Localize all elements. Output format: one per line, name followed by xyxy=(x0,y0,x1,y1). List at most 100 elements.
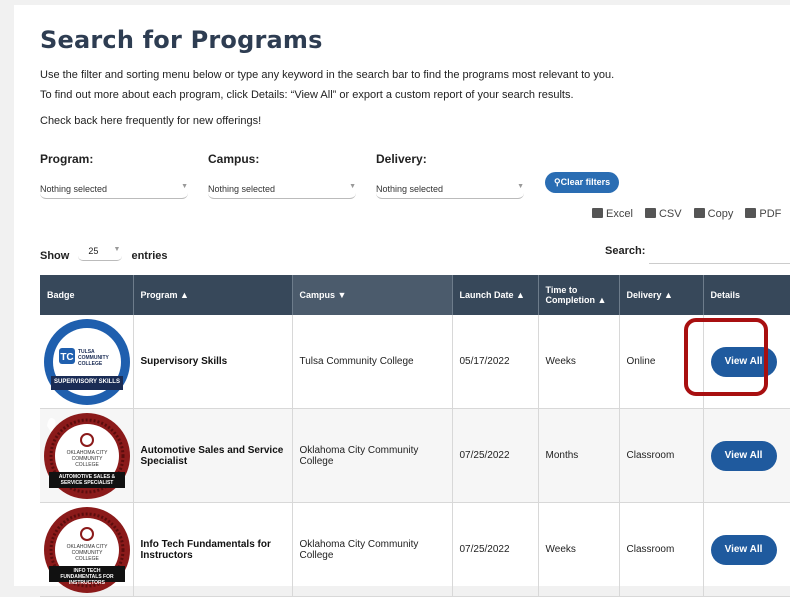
delivery-cell: Classroom xyxy=(619,408,704,503)
export-copy-button[interactable]: Copy xyxy=(693,208,734,220)
chevron-down-icon: ▼ xyxy=(349,183,356,190)
campus-filter-label: Campus: xyxy=(208,152,260,166)
table-row: TC TULSA COMMUNITY COLLEGE SUPERVISORY S… xyxy=(40,315,790,409)
badge-title-text: SUPERVISORY SKILLS xyxy=(54,378,120,385)
header-delivery[interactable]: Delivery ▲ xyxy=(619,275,704,315)
filter-icon: ⚲ xyxy=(554,177,561,187)
view-all-button[interactable]: View All xyxy=(710,534,777,565)
copy-icon xyxy=(693,208,705,218)
header-label: Badge xyxy=(47,290,75,300)
pdf-label: PDF xyxy=(759,208,782,220)
delivery-select-value: Nothing selected xyxy=(376,184,444,194)
sort-asc-icon: ▲ xyxy=(516,290,525,300)
sort-asc-icon: ▲ xyxy=(597,295,607,305)
details-cell: View All xyxy=(703,502,790,597)
badge-title-text: AUTOMOTIVE SALES & SERVICE SPECIALIST xyxy=(58,473,116,486)
header-label: Launch Date xyxy=(459,290,514,300)
clear-filters-label: Clear filters xyxy=(560,177,611,187)
header-label: Details xyxy=(710,290,741,300)
export-pdf-button[interactable]: PDF xyxy=(745,208,781,220)
campus-select[interactable]: Nothing selected ▼ xyxy=(208,180,356,199)
occc-badge-image: OKLAHOMA CITY COMMUNITY COLLEGE INFO TEC… xyxy=(43,506,131,594)
chevron-down-icon: ▼ xyxy=(113,246,121,253)
program-filter: Program: Nothing selected ▼ xyxy=(40,152,188,199)
badge-org-text: TULSA COMMUNITY COLLEGE xyxy=(78,348,109,367)
header-campus[interactable]: Campus ▼ xyxy=(292,275,453,315)
page-title: Search for Programs xyxy=(40,26,323,54)
page: Search for Programs Use the filter and s… xyxy=(14,5,790,597)
program-name: Info Tech Fundamentals for Instructors xyxy=(133,502,293,597)
program-select[interactable]: Nothing selected ▼ xyxy=(40,180,188,199)
clear-filters-button[interactable]: ⚲Clear filters xyxy=(545,172,620,193)
badge-title-text: INFO TECH FUNDAMENTALS FOR INSTRUCTORS xyxy=(60,567,114,586)
launch-date-cell: 07/25/2022 xyxy=(452,502,539,597)
intro-text-2: To find out more about each program, cli… xyxy=(40,89,574,101)
program-name: Automotive Sales and Service Specialist xyxy=(133,408,293,503)
sort-asc-icon: ▲ xyxy=(180,290,189,300)
campus-cell: Oklahoma City Community College xyxy=(292,408,453,503)
delivery-cell: Classroom xyxy=(619,502,704,597)
campus-cell: Tulsa Community College xyxy=(292,315,453,409)
csv-label: CSV xyxy=(658,208,682,220)
header-launch-date[interactable]: Launch Date ▲ xyxy=(452,275,539,315)
program-filter-label: Program: xyxy=(40,152,94,166)
csv-icon xyxy=(644,208,656,218)
chevron-down-icon: ▼ xyxy=(517,183,524,190)
program-name: Supervisory Skills xyxy=(133,315,293,409)
occc-badge-image: OKLAHOMA CITY COMMUNITY COLLEGE AUTOMOTI… xyxy=(43,412,131,500)
table-search: Search: xyxy=(605,243,790,264)
badge-cell: OKLAHOMA CITY COMMUNITY COLLEGE AUTOMOTI… xyxy=(40,408,134,503)
header-label: Time to Completion xyxy=(545,285,596,305)
highlight-box xyxy=(684,318,768,396)
campus-select-value: Nothing selected xyxy=(208,184,276,194)
show-label: Show xyxy=(40,250,70,262)
program-select-value: Nothing selected xyxy=(40,184,108,194)
header-label: Campus xyxy=(299,290,336,300)
time-cell: Weeks xyxy=(538,315,620,409)
details-cell: View All xyxy=(703,408,790,503)
delivery-filter: Delivery: Nothing selected ▼ xyxy=(376,152,524,199)
view-all-button[interactable]: View All xyxy=(710,440,777,471)
table-header-row: Badge Program ▲ Campus ▼ Launch Date ▲ T… xyxy=(40,275,790,315)
entries-select-value: 25 xyxy=(88,246,99,256)
excel-icon xyxy=(592,208,603,218)
export-csv-button[interactable]: CSV xyxy=(644,208,682,220)
delivery-filter-label: Delivery: xyxy=(376,152,427,166)
badge-cell: TC TULSA COMMUNITY COLLEGE SUPERVISORY S… xyxy=(40,315,134,409)
badge-org-text: OKLAHOMA CITY COMMUNITY COLLEGE xyxy=(66,449,108,468)
badge-org-text: OKLAHOMA CITY COMMUNITY COLLEGE xyxy=(66,543,108,562)
sort-desc-icon: ▼ xyxy=(337,290,347,300)
export-excel-button[interactable]: Excel xyxy=(592,208,633,220)
time-cell: Months xyxy=(538,408,620,503)
intro-text-3: Check back here frequently for new offer… xyxy=(40,115,262,127)
launch-date-cell: 07/25/2022 xyxy=(452,408,539,503)
svg-text:TC: TC xyxy=(60,352,73,363)
intro-text-1: Use the filter and sorting menu below or… xyxy=(40,69,615,81)
header-label: Program xyxy=(140,290,178,300)
export-buttons: Excel CSV Copy PDF xyxy=(592,208,790,220)
copy-label: Copy xyxy=(707,208,734,220)
header-badge: Badge xyxy=(40,275,134,315)
pdf-icon xyxy=(745,208,757,218)
chevron-down-icon: ▼ xyxy=(181,183,188,190)
tcc-badge-image: TC TULSA COMMUNITY COLLEGE SUPERVISORY S… xyxy=(43,318,131,406)
delivery-select[interactable]: Nothing selected ▼ xyxy=(376,180,524,199)
programs-table: Badge Program ▲ Campus ▼ Launch Date ▲ T… xyxy=(40,275,790,597)
header-label: Delivery xyxy=(626,290,662,300)
campus-filter: Campus: Nothing selected ▼ xyxy=(208,152,356,199)
sort-asc-icon: ▲ xyxy=(664,290,673,300)
header-program[interactable]: Program ▲ xyxy=(133,275,293,315)
search-input[interactable] xyxy=(649,243,790,264)
header-details: Details xyxy=(703,275,790,315)
time-cell: Weeks xyxy=(538,502,620,597)
table-row: OKLAHOMA CITY COMMUNITY COLLEGE INFO TEC… xyxy=(40,502,790,597)
header-time-to-completion[interactable]: Time to Completion ▲ xyxy=(538,275,620,315)
search-label: Search: xyxy=(605,245,646,257)
campus-cell: Oklahoma City Community College xyxy=(292,502,453,597)
launch-date-cell: 05/17/2022 xyxy=(452,315,539,409)
entries-label: entries xyxy=(131,250,168,262)
badge-cell: OKLAHOMA CITY COMMUNITY COLLEGE INFO TEC… xyxy=(40,502,134,597)
entries-length: Show 25 ▼ entries xyxy=(40,245,168,262)
excel-label: Excel xyxy=(606,208,633,220)
entries-select[interactable]: 25 ▼ xyxy=(78,245,123,261)
